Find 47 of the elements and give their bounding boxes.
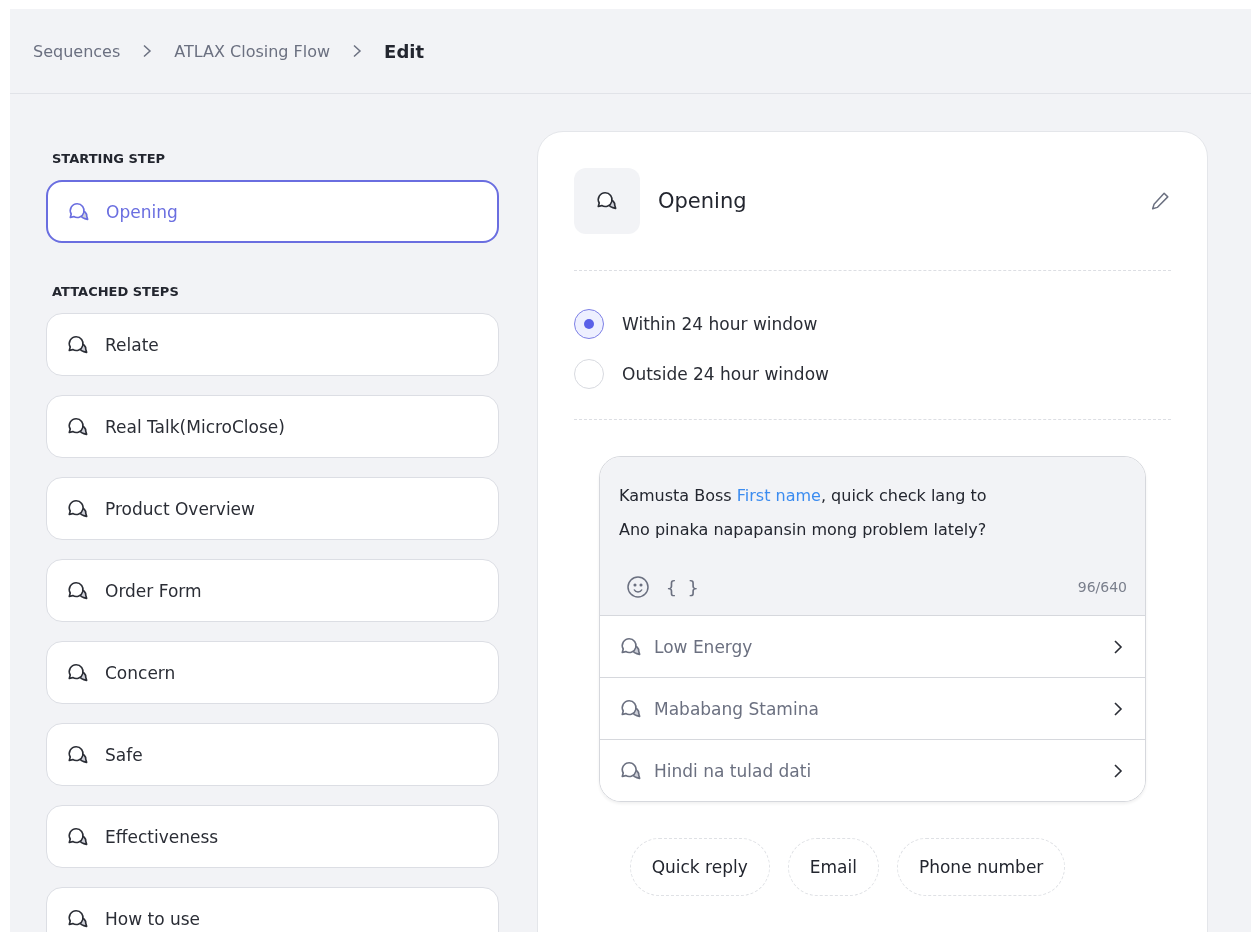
section-heading: ATTACHED STEPS [52, 284, 180, 299]
chevron-right-icon [1113, 700, 1123, 717]
chat-icon [620, 697, 642, 720]
variable-button[interactable]: { } [666, 576, 699, 598]
chat-icon [67, 907, 89, 930]
step-item[interactable]: Real Talk(MicroClose) [46, 395, 499, 458]
breadcrumb-link[interactable]: Edit [384, 40, 425, 62]
quick-reply-row[interactable]: Hindi na tulad dati [600, 739, 1145, 801]
step-item[interactable]: Relate [46, 313, 499, 376]
chat-icon [67, 825, 89, 848]
chat-icon [67, 661, 89, 684]
step-item[interactable]: Safe [46, 723, 499, 786]
section-heading: STARTING STEP [52, 151, 167, 166]
chevron-right-icon [142, 44, 153, 58]
pencil-icon[interactable] [1149, 190, 1171, 212]
step-item[interactable]: Concern [46, 641, 499, 704]
quick-reply-row[interactable]: Low Energy [600, 615, 1145, 677]
option-label: Outside 24 hour window [622, 364, 829, 384]
chevron-right-icon [1113, 638, 1123, 655]
step-item[interactable]: Effectiveness [46, 805, 499, 868]
chevron-right-icon [1113, 762, 1123, 779]
chat-icon [67, 497, 89, 520]
chat-icon [596, 190, 618, 212]
character-counter: 96/640 [1077, 579, 1127, 595]
step-item[interactable]: Opening [46, 180, 499, 243]
message-text[interactable]: Kamusta Boss First name, quick check lang to Ano pinaka napapansin mong problem lately? [619, 479, 1127, 547]
add-button[interactable]: Phone number [896, 838, 1066, 896]
chat-icon [67, 333, 89, 356]
chat-icon [620, 759, 642, 782]
step-item[interactable]: Product Overview [46, 477, 499, 540]
step-title: Opening [658, 189, 748, 213]
breadcrumb-link[interactable]: Sequences [33, 41, 121, 61]
breadcrumb-link[interactable]: ATLAX Closing Flow [174, 41, 331, 61]
step-item[interactable]: How to use [46, 887, 499, 932]
quick-reply-row[interactable]: Mababang Stamina [600, 677, 1145, 739]
emoji-icon[interactable] [626, 575, 650, 599]
chat-icon [620, 635, 642, 658]
add-button[interactable]: Quick reply [629, 838, 770, 896]
option-label: Within 24 hour window [622, 314, 818, 334]
add-button[interactable]: Email [787, 838, 879, 896]
step-item[interactable]: Order Form [46, 559, 499, 622]
chat-icon [68, 200, 90, 223]
chevron-right-icon [352, 44, 363, 58]
chat-icon [67, 743, 89, 766]
chat-icon [67, 579, 89, 602]
chat-icon [67, 415, 89, 438]
radio-button[interactable] [574, 309, 604, 339]
